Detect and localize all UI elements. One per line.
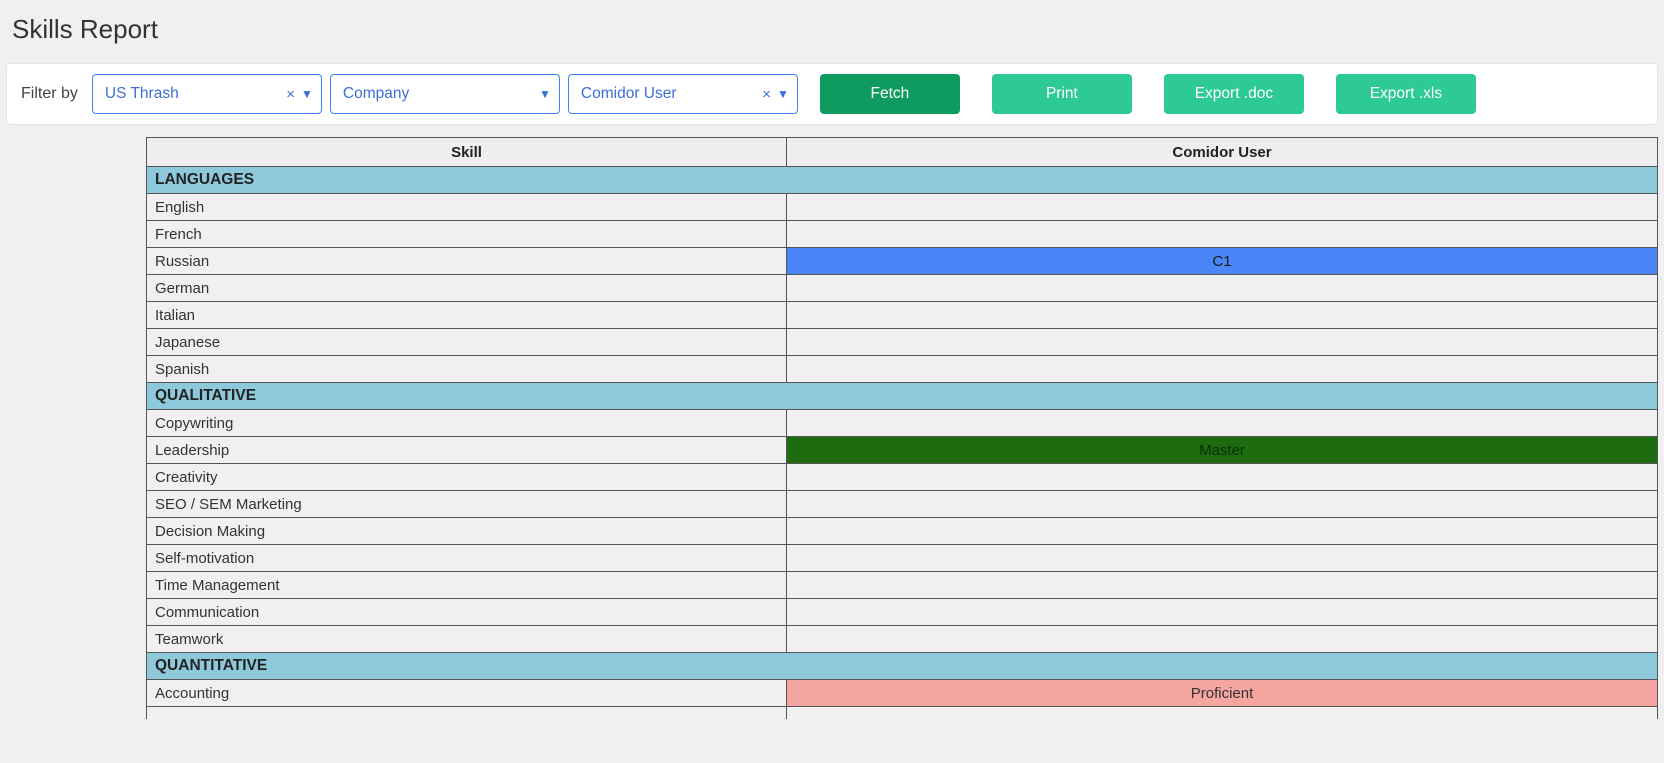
filter-dropdown-3[interactable]: Comidor User × ▼	[568, 74, 798, 114]
category-row: LANGUAGES	[147, 167, 1658, 194]
level-cell	[787, 599, 1658, 626]
table-row: Japanese	[147, 329, 1658, 356]
page-title: Skills Report	[0, 0, 1664, 59]
table-row: Spanish	[147, 356, 1658, 383]
chevron-down-icon[interactable]: ▼	[539, 87, 551, 101]
table-row: SEO / SEM Marketing	[147, 491, 1658, 518]
skill-cell: Time Management	[147, 572, 787, 599]
skill-cell: French	[147, 221, 787, 248]
level-cell	[787, 221, 1658, 248]
table-row: German	[147, 275, 1658, 302]
clear-icon[interactable]: ×	[286, 86, 295, 103]
table-row: RussianC1	[147, 248, 1658, 275]
category-label: QUANTITATIVE	[147, 653, 1658, 680]
header-skill: Skill	[147, 138, 787, 167]
level-cell	[787, 275, 1658, 302]
level-cell	[787, 491, 1658, 518]
table-row: Creativity	[147, 464, 1658, 491]
skill-cell: Accounting	[147, 680, 787, 707]
level-cell	[787, 707, 1658, 719]
skill-cell: German	[147, 275, 787, 302]
skill-cell: Communication	[147, 599, 787, 626]
skill-cell: Leadership	[147, 437, 787, 464]
category-row: QUALITATIVE	[147, 383, 1658, 410]
table-row: Decision Making	[147, 518, 1658, 545]
category-label: QUALITATIVE	[147, 383, 1658, 410]
fetch-button[interactable]: Fetch	[820, 74, 960, 114]
export-xls-button[interactable]: Export .xls	[1336, 74, 1476, 114]
table-row: Communication	[147, 599, 1658, 626]
skill-cell: Self-motivation	[147, 545, 787, 572]
export-doc-button[interactable]: Export .doc	[1164, 74, 1304, 114]
level-cell	[787, 410, 1658, 437]
skill-cell	[147, 707, 787, 719]
category-label: LANGUAGES	[147, 167, 1658, 194]
table-row: AccountingProficient	[147, 680, 1658, 707]
level-cell	[787, 572, 1658, 599]
level-cell	[787, 626, 1658, 653]
level-cell	[787, 329, 1658, 356]
table-row-partial	[147, 707, 1658, 719]
skill-cell: Spanish	[147, 356, 787, 383]
table-row: English	[147, 194, 1658, 221]
skill-cell: Italian	[147, 302, 787, 329]
table-row: LeadershipMaster	[147, 437, 1658, 464]
skill-cell: SEO / SEM Marketing	[147, 491, 787, 518]
chevron-down-icon[interactable]: ▼	[301, 87, 313, 101]
dropdown-value: Comidor User	[581, 85, 677, 103]
filter-label: Filter by	[17, 85, 84, 103]
skill-cell: Japanese	[147, 329, 787, 356]
clear-icon[interactable]: ×	[762, 86, 771, 103]
level-cell	[787, 464, 1658, 491]
level-cell	[787, 194, 1658, 221]
table-row: Teamwork	[147, 626, 1658, 653]
skill-cell: Copywriting	[147, 410, 787, 437]
filter-dropdown-1[interactable]: US Thrash × ▼	[92, 74, 322, 114]
print-button[interactable]: Print	[992, 74, 1132, 114]
skill-cell: Decision Making	[147, 518, 787, 545]
dropdown-value: Company	[343, 85, 409, 103]
header-user: Comidor User	[787, 138, 1658, 167]
level-cell	[787, 356, 1658, 383]
dropdown-value: US Thrash	[105, 85, 179, 103]
skill-cell: English	[147, 194, 787, 221]
level-cell: C1	[787, 248, 1658, 275]
filter-bar: Filter by US Thrash × ▼ Company ▼ Comido…	[6, 63, 1658, 125]
level-cell: Proficient	[787, 680, 1658, 707]
table-row: Time Management	[147, 572, 1658, 599]
table-row: Self-motivation	[147, 545, 1658, 572]
filter-dropdown-2[interactable]: Company ▼	[330, 74, 560, 114]
table-row: Copywriting	[147, 410, 1658, 437]
table-row: French	[147, 221, 1658, 248]
level-cell	[787, 545, 1658, 572]
level-cell	[787, 518, 1658, 545]
skill-cell: Russian	[147, 248, 787, 275]
chevron-down-icon[interactable]: ▼	[777, 87, 789, 101]
level-cell: Master	[787, 437, 1658, 464]
category-row: QUANTITATIVE	[147, 653, 1658, 680]
skill-cell: Teamwork	[147, 626, 787, 653]
skill-cell: Creativity	[147, 464, 787, 491]
table-container: Skill Comidor User LANGUAGESEnglishFrenc…	[146, 137, 1658, 719]
table-row: Italian	[147, 302, 1658, 329]
skills-table: Skill Comidor User LANGUAGESEnglishFrenc…	[146, 137, 1658, 719]
level-cell	[787, 302, 1658, 329]
